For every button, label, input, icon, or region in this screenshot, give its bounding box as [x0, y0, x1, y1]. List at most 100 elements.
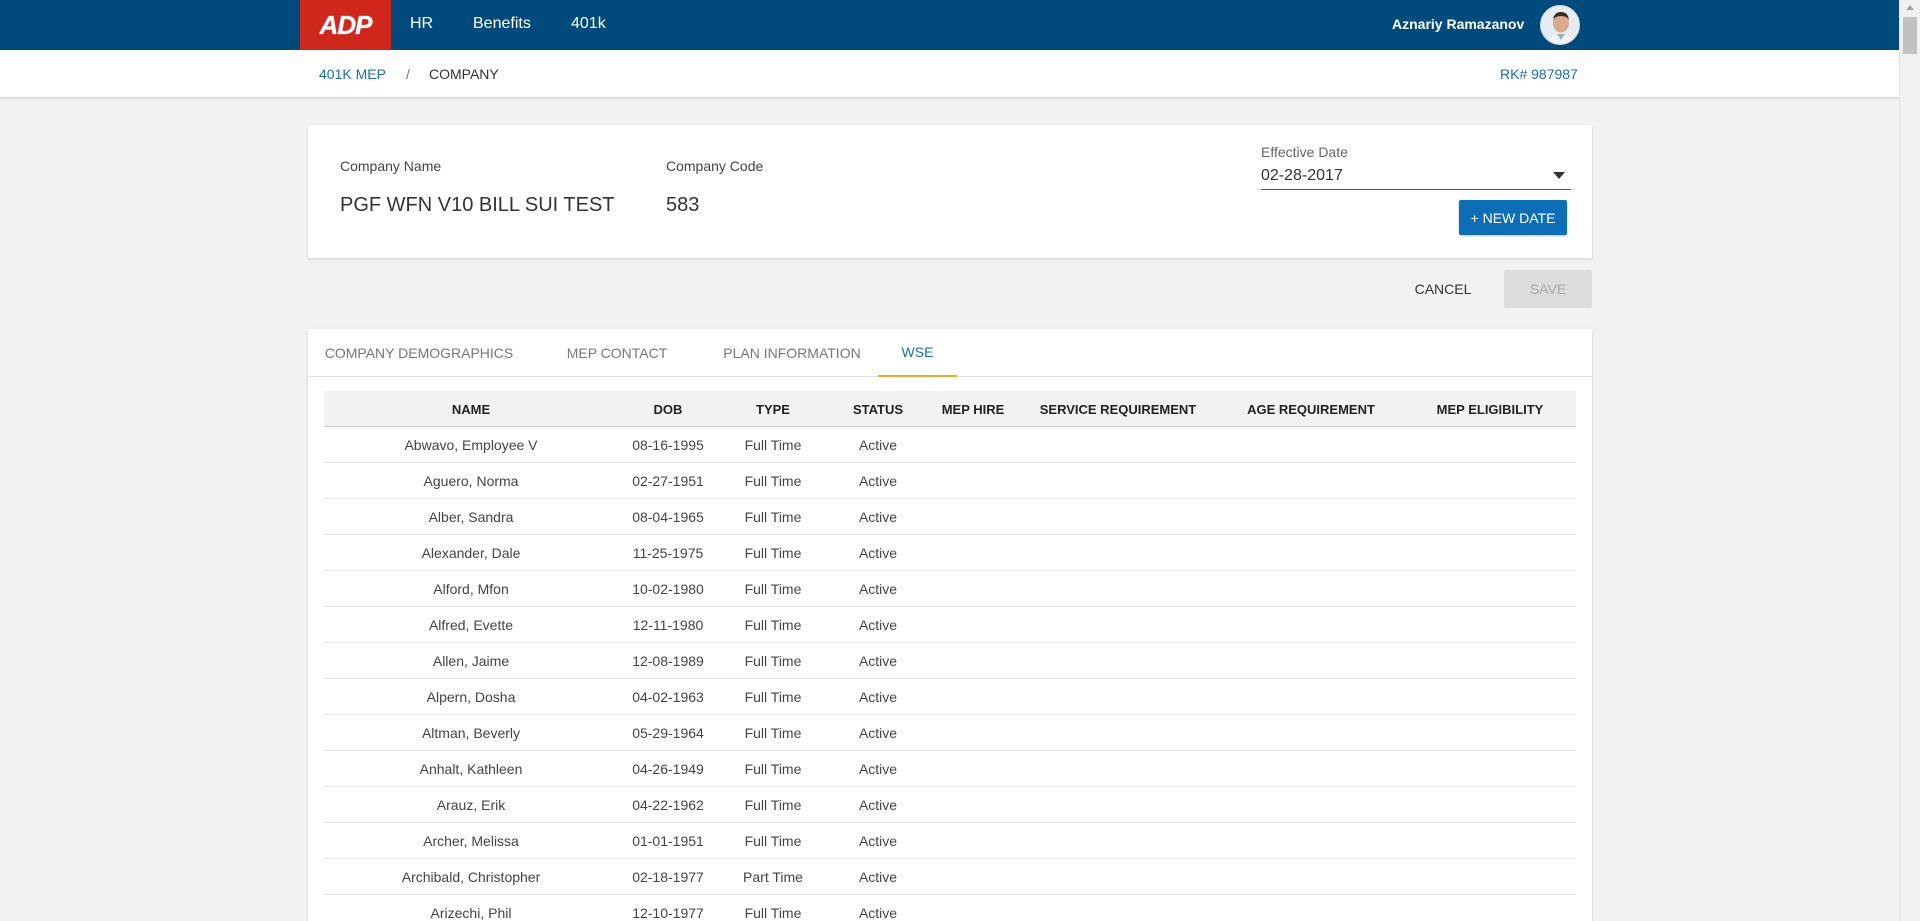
column-header-type[interactable]: TYPE	[718, 391, 828, 427]
cell-age-requirement	[1218, 679, 1404, 715]
table-row[interactable]: Aguero, Norma 02-27-1951 Full Time Active	[324, 463, 1576, 499]
column-header-mep-hire[interactable]: MEP HIRE	[928, 391, 1018, 427]
table-row[interactable]: Alber, Sandra 08-04-1965 Full Time Active	[324, 499, 1576, 535]
table-row[interactable]: Abwavo, Employee V 08-16-1995 Full Time Act…	[324, 427, 1576, 463]
breadcrumb-separator: /	[406, 66, 410, 82]
cell-mep-eligibility	[1404, 643, 1576, 679]
cell-mep-eligibility	[1404, 895, 1576, 921]
cell-mep-hire	[928, 679, 1018, 715]
column-header-age-requirement[interactable]: AGE REQUIREMENT	[1218, 391, 1404, 427]
table-row[interactable]: Alexander, Dale 11-25-1975 Full Time Active	[324, 535, 1576, 571]
column-header-name[interactable]: NAME	[324, 391, 618, 427]
table-row[interactable]: Allen, Jaime 12-08-1989 Full Time Active	[324, 643, 1576, 679]
table-row[interactable]: Anhalt, Kathleen 04-26-1949 Full Time Activ…	[324, 751, 1576, 787]
cell-service-requirement	[1018, 463, 1218, 499]
cell-type: Full Time	[744, 473, 802, 489]
adp-logo[interactable]: ADP	[300, 0, 391, 50]
table-row[interactable]: Alpern, Dosha 04-02-1963 Full Time Active	[324, 679, 1576, 715]
cell-name: Alfred, Evette	[428, 617, 514, 633]
table-row[interactable]: Archer, Melissa 01-01-1951 Full Time Active	[324, 823, 1576, 859]
cell-dob: 12-11-1980	[632, 617, 704, 633]
cell-name: Altman, Beverly	[421, 725, 521, 741]
company-name-label: Company Name	[340, 158, 442, 174]
page-scrollbar[interactable]	[1899, 0, 1920, 921]
cell-mep-eligibility	[1404, 427, 1576, 463]
cell-type: Full Time	[744, 653, 802, 669]
cell-status: Active	[858, 581, 898, 597]
cell-service-requirement	[1018, 679, 1218, 715]
table-row[interactable]: Alfred, Evette 12-11-1980 Full Time Active	[324, 607, 1576, 643]
nav-item-hr[interactable]: HR	[410, 15, 433, 33]
cell-type: Full Time	[744, 545, 802, 561]
cell-service-requirement	[1018, 787, 1218, 823]
table-body: Abwavo, Employee V 08-16-1995 Full Time Act…	[324, 427, 1576, 921]
scroll-up-arrow-icon[interactable]	[1906, 5, 1914, 10]
wse-table: NAME DOB TYPE STATUS MEP HIRE SERVICE RE…	[324, 391, 1576, 921]
cell-dob: 12-08-1989	[632, 653, 704, 669]
cell-age-requirement	[1218, 499, 1404, 535]
cell-name: Alpern, Dosha	[426, 689, 516, 705]
effective-date-select[interactable]: 02-28-2017	[1261, 164, 1571, 190]
cell-mep-eligibility	[1404, 535, 1576, 571]
cell-status: Active	[858, 473, 898, 489]
cell-mep-hire	[928, 859, 1018, 895]
table-row[interactable]: Arauz, Erik 04-22-1962 Full Time Active	[324, 787, 1576, 823]
column-header-mep-eligibility[interactable]: MEP ELIGIBILITY	[1404, 391, 1576, 427]
cell-mep-eligibility	[1404, 607, 1576, 643]
cell-dob: 02-27-1951	[632, 473, 704, 489]
company-code-value: 583	[666, 194, 700, 216]
table-row[interactable]: Altman, Beverly 05-29-1964 Full Time Active	[324, 715, 1576, 751]
cell-mep-hire	[928, 895, 1018, 921]
tab-plan-information[interactable]: PLAN INFORMATION	[712, 329, 872, 377]
column-header-dob[interactable]: DOB	[618, 391, 718, 427]
nav-item-401k[interactable]: 401k	[571, 15, 606, 33]
table-row[interactable]: Alford, Mfon 10-02-1980 Full Time Active	[324, 571, 1576, 607]
cell-service-requirement	[1018, 715, 1218, 751]
cell-name: Archibald, Christopher	[401, 869, 541, 885]
cell-name: Arauz, Erik	[436, 797, 506, 813]
tab-company-demographics[interactable]: COMPANY DEMOGRAPHICS	[324, 329, 514, 377]
scrollbar-thumb[interactable]	[1903, 17, 1917, 54]
cell-type: Part Time	[743, 869, 803, 885]
cell-dob: 01-01-1951	[632, 833, 704, 849]
cancel-button[interactable]: CANCEL	[1398, 270, 1488, 308]
cell-dob: 08-16-1995	[632, 437, 704, 453]
cell-status: Active	[858, 509, 898, 525]
save-button[interactable]: SAVE	[1504, 270, 1592, 308]
cell-mep-hire	[928, 823, 1018, 859]
cell-mep-eligibility	[1404, 463, 1576, 499]
new-date-button[interactable]: + NEW DATE	[1459, 200, 1567, 235]
cell-age-requirement	[1218, 859, 1404, 895]
cell-name: Archer, Melissa	[423, 833, 519, 849]
tab-wse[interactable]: WSE	[878, 329, 957, 377]
cell-mep-hire	[928, 607, 1018, 643]
table-row[interactable]: Arizechi, Phil 12-10-1977 Full Time Active	[324, 895, 1576, 921]
cell-service-requirement	[1018, 895, 1218, 921]
logo-text: ADP	[319, 9, 373, 40]
table-row[interactable]: Archibald, Christopher 02-18-1977 Part Tim…	[324, 859, 1576, 895]
cell-mep-hire	[928, 463, 1018, 499]
cell-dob: 12-10-1977	[632, 905, 704, 921]
wse-panel: COMPANY DEMOGRAPHICS MEP CONTACT PLAN IN…	[308, 329, 1592, 921]
breadcrumb: 401K MEP / COMPANY RK# 987987	[0, 50, 1899, 98]
cell-mep-hire	[928, 715, 1018, 751]
rk-number: RK# 987987	[1500, 66, 1578, 82]
user-name[interactable]: Aznariy Ramazanov	[1392, 16, 1524, 32]
cell-name: Arizechi, Phil	[430, 905, 512, 921]
cell-mep-eligibility	[1404, 787, 1576, 823]
tab-mep-contact[interactable]: MEP CONTACT	[553, 329, 681, 377]
column-header-status[interactable]: STATUS	[828, 391, 928, 427]
cell-type: Full Time	[744, 833, 802, 849]
cell-dob: 04-02-1963	[632, 689, 704, 705]
cell-age-requirement	[1218, 643, 1404, 679]
cell-type: Full Time	[744, 617, 802, 633]
cell-type: Full Time	[744, 437, 802, 453]
cell-mep-hire	[928, 751, 1018, 787]
cell-mep-hire	[928, 535, 1018, 571]
nav-item-benefits[interactable]: Benefits	[473, 15, 531, 33]
avatar[interactable]	[1540, 5, 1580, 45]
breadcrumb-root-link[interactable]: 401K MEP	[319, 66, 386, 82]
cell-dob: 02-18-1977	[632, 869, 704, 885]
column-header-service-requirement[interactable]: SERVICE REQUIREMENT	[1018, 391, 1218, 427]
cell-type: Full Time	[744, 509, 802, 525]
